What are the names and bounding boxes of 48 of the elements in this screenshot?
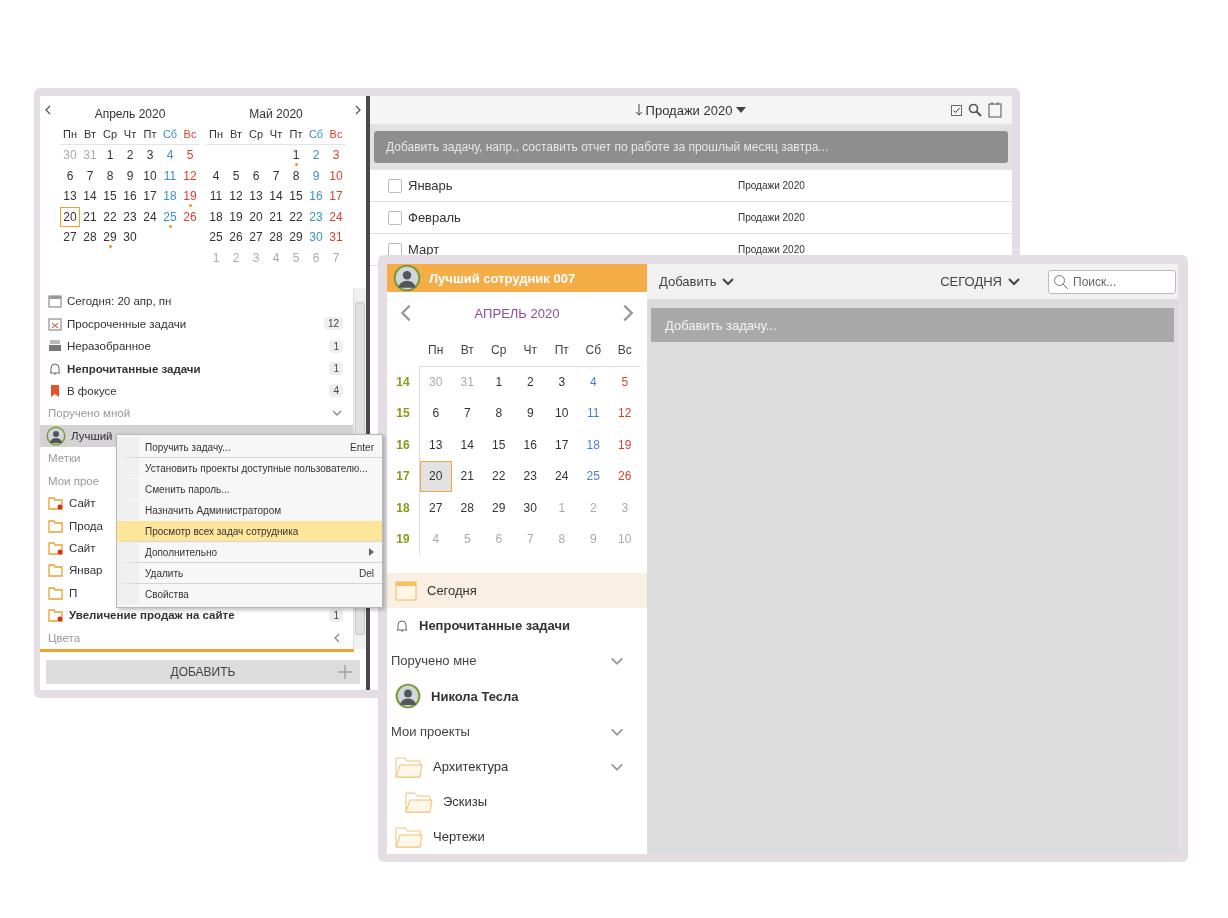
task-title: Март <box>408 242 441 257</box>
weekday-label: Чт <box>122 127 138 142</box>
month-title: Май 2020 <box>249 106 303 123</box>
task-project: Продажи 2020 <box>738 212 805 223</box>
section-header: Поручено мной <box>48 407 132 420</box>
section-header: Цвета <box>48 631 82 644</box>
weekday-label: Пн <box>62 127 78 142</box>
count-badge: 1 <box>329 339 343 353</box>
count-badge: 1 <box>329 608 343 622</box>
weekday-label: Ср <box>490 342 508 360</box>
weekday-label: Вс <box>616 342 633 360</box>
month-title: АПРЕЛЬ 2020 <box>474 305 560 321</box>
weekday-label: Пн <box>427 342 445 360</box>
weekday-label: Сб <box>307 127 325 142</box>
count-badge: 1 <box>329 362 343 376</box>
week-number: 14 <box>395 374 411 389</box>
weekday-label: Вс <box>328 127 344 142</box>
weekday-label: Ср <box>247 127 265 142</box>
task-project: Продажи 2020 <box>738 180 805 191</box>
section-header: Мои проекты <box>391 724 471 739</box>
month-title: Апрель 2020 <box>94 106 166 123</box>
weekday-label: Чт <box>522 342 538 360</box>
weekday-label: Вт <box>83 127 97 142</box>
count-badge: 4 <box>329 384 343 398</box>
weekday-label: Пн <box>208 127 224 142</box>
weekday-label: Вт <box>459 342 475 360</box>
weekday-label: Пт <box>142 127 158 142</box>
week-number: 18 <box>395 500 411 515</box>
section-header: Поручено мне <box>391 653 478 668</box>
weekday-label: Вс <box>182 127 198 142</box>
count-badge: 12 <box>323 317 343 331</box>
week-number: 17 <box>395 469 411 484</box>
weekday-label: Ср <box>101 127 119 142</box>
section-header: Мои прое <box>48 474 101 487</box>
user-header: Лучший сотрудник 007 <box>387 264 647 293</box>
weekday-label: Вт <box>229 127 243 142</box>
weekday-label: Сб <box>161 127 179 142</box>
weekday-label: Чт <box>268 127 284 142</box>
week-number: 15 <box>395 406 411 421</box>
task-title: Февраль <box>408 210 462 225</box>
week-number: 16 <box>395 437 411 452</box>
weekday-label: Пт <box>288 127 304 142</box>
task-title: Январь <box>408 178 454 193</box>
section-header: Метки <box>48 452 82 465</box>
weekday-label: Пт <box>553 342 570 360</box>
week-number: 19 <box>395 532 411 547</box>
weekday-label: Сб <box>584 342 602 360</box>
task-project: Продажи 2020 <box>738 244 805 255</box>
